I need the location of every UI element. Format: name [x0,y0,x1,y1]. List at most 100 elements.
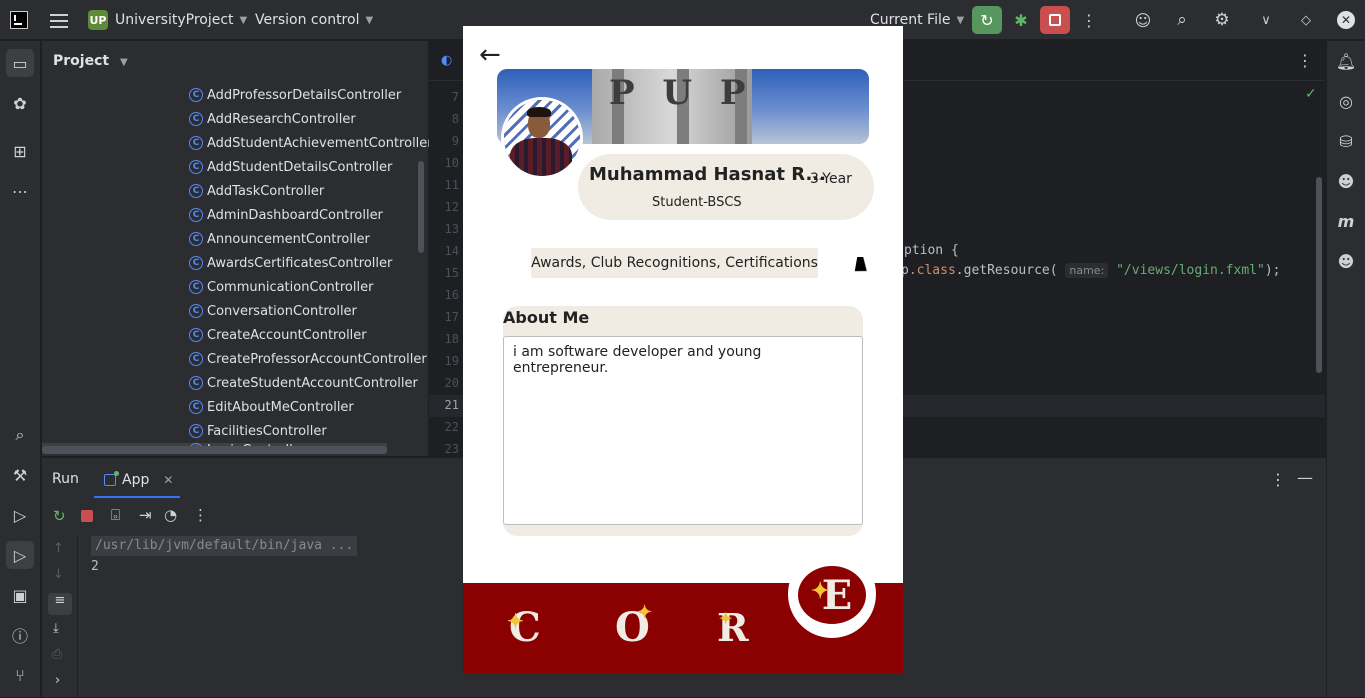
file-tab-icon[interactable]: ◐ [441,53,452,68]
tree-item[interactable]: C AddProfessorDetailsController [189,83,401,107]
tree-item[interactable]: C AwardsCertificatesController [189,251,392,275]
awards-button-label: Awards, Club Recognitions, Certification… [531,255,818,271]
tab-run[interactable]: Run [52,471,79,487]
updates-button[interactable]: ∨ [1251,6,1281,34]
tab-app[interactable]: App ✕ [94,464,180,498]
tree-item[interactable]: C AddStudentAchievementController [189,131,433,155]
code-text: ); [1264,263,1281,278]
tree-item[interactable]: C CreateAccountController [189,323,367,347]
debug-button[interactable]: ✱ [1006,6,1036,34]
tree-item-label: AddStudentAchievementController [207,135,433,151]
more-vertical-icon[interactable]: ⋮ [193,506,208,524]
tree-item[interactable]: C CreateStudentAccountController [189,371,418,395]
class-icon: C [189,136,203,150]
ai-assistant-button[interactable]: ◇ [1291,6,1321,34]
tree-item[interactable]: C CreateProfessorAccountController [189,347,427,371]
services-icon[interactable]: ▷ [8,503,32,527]
tree-item[interactable]: C EditAboutMeController [189,395,354,419]
tree-hscrollbar[interactable] [42,446,387,454]
code-text: .getResource( [955,263,1058,278]
about-me-title: About Me [503,308,590,327]
soft-wrap-icon[interactable]: ≡ [48,593,72,615]
notifications-icon[interactable]: 🔔︎ [1334,49,1358,73]
student-name: Muhammad Hasnat R... [589,164,826,185]
avatar[interactable] [501,97,583,179]
stop-button[interactable] [1040,6,1070,34]
settings-button[interactable]: ⚙ [1207,6,1237,34]
database-icon[interactable]: ⛁ [1334,129,1358,153]
plugin-icon[interactable]: ☻ [1334,249,1358,273]
search-button[interactable]: ⌕ [1167,6,1197,34]
tree-item[interactable]: C ConversationController [189,299,357,323]
line-number: 23 [444,442,459,456]
project-selector[interactable]: UP UniversityProject ▼ [88,0,247,40]
arrow-down-icon[interactable]: ↓ [53,567,64,582]
project-scrollbar[interactable] [418,161,424,253]
search-icon[interactable]: ⌕ [8,423,32,447]
chevron-down-icon: ▼ [956,14,965,26]
version-control-menu[interactable]: Version control ▼ [255,0,373,40]
code-with-me-button[interactable]: ☺ [1128,6,1158,34]
search-icon: ⌕ [1177,10,1187,30]
tree-item-label: ConversationController [207,303,357,319]
tree-item[interactable]: C AddStudentDetailsController [189,155,392,179]
ai-assistant-icon[interactable]: ◎ [1334,89,1358,113]
scroll-to-end-icon[interactable]: ⤓ [53,621,59,636]
awards-button[interactable]: Awards, Club Recognitions, Certification… [531,248,818,278]
tree-item[interactable]: C AdminDashboardController [189,203,383,227]
structure-icon[interactable]: ⊞ [8,139,32,163]
maven-icon[interactable]: m [1334,209,1358,233]
main-menu-icon[interactable] [50,12,68,28]
more-actions-button[interactable]: ⋮ [1074,6,1104,34]
print-icon[interactable]: ⎙ [52,647,62,662]
tree-item[interactable]: C AddResearchController [189,107,356,131]
close-window-button[interactable]: ✕ [1331,6,1361,34]
ide-logo-icon[interactable] [10,11,28,29]
code-line-14[interactable]: ption { [904,243,959,258]
rerun-icon[interactable]: ↻ [53,507,66,525]
more-tools-icon[interactable]: ⋯ [8,179,32,203]
nav-o-button[interactable]: O ✦ [615,603,655,649]
copilot-icon[interactable]: ☻ [1334,169,1358,193]
project-name: UniversityProject [115,12,234,28]
line-number: 21 [444,398,459,412]
tab-run-label: Run [52,471,79,487]
problems-icon[interactable]: ⓘ [8,623,32,647]
nav-c-button[interactable]: C ✦ [507,607,549,649]
git-icon[interactable]: ⑂ [8,663,32,687]
tab-more-icon[interactable]: ⋮ [1297,51,1313,70]
line-number: 7 [451,90,459,104]
about-me-textarea[interactable]: i am software developer and young entrep… [503,336,863,525]
tree-item-label: CreateStudentAccountController [207,375,418,391]
exit-icon[interactable]: ⇥ [139,506,152,524]
arrow-up-icon[interactable]: ↑ [53,541,64,556]
profiler-icon[interactable]: ◔ [164,506,177,524]
tree-item[interactable]: C FacilitiesController [189,419,327,443]
run-icon[interactable]: ▷ [6,541,34,569]
project-folder-icon[interactable]: ▭ [6,49,34,77]
terminal-icon[interactable]: ▣ [8,583,32,607]
back-button[interactable]: ← [479,40,501,70]
chevron-down-icon: ▼ [365,14,374,26]
project-badge: UP [88,10,108,30]
code-line-15[interactable]: p.class.getResource( name: "/views/login… [901,263,1280,278]
close-icon[interactable]: ✕ [163,473,173,487]
code-keyword: .class [908,263,956,278]
editor-scrollbar[interactable] [1316,177,1322,373]
project-panel-title: Project [53,53,110,69]
more-vertical-icon[interactable]: ⋮ [1270,470,1286,489]
minimize-icon[interactable]: — [1297,468,1313,487]
nav-r-button[interactable]: R ✦ [717,607,757,649]
learn-icon[interactable]: ✿ [8,91,32,115]
project-panel-header[interactable]: Project ▼ [53,53,128,69]
expand-icon[interactable]: › [55,673,60,688]
tree-item[interactable]: C AddTaskController [189,179,324,203]
build-icon[interactable]: ⚒ [8,463,32,487]
stop-icon[interactable] [81,510,93,522]
tree-item[interactable]: C AnnouncementController [189,227,370,251]
line-number: 9 [451,134,459,148]
camera-icon[interactable]: ⌻ [111,506,120,524]
tree-item[interactable]: C CommunicationController [189,275,373,299]
rerun-button[interactable]: ↻ [972,6,1002,34]
nav-e-button[interactable]: E ✦ [798,566,866,624]
